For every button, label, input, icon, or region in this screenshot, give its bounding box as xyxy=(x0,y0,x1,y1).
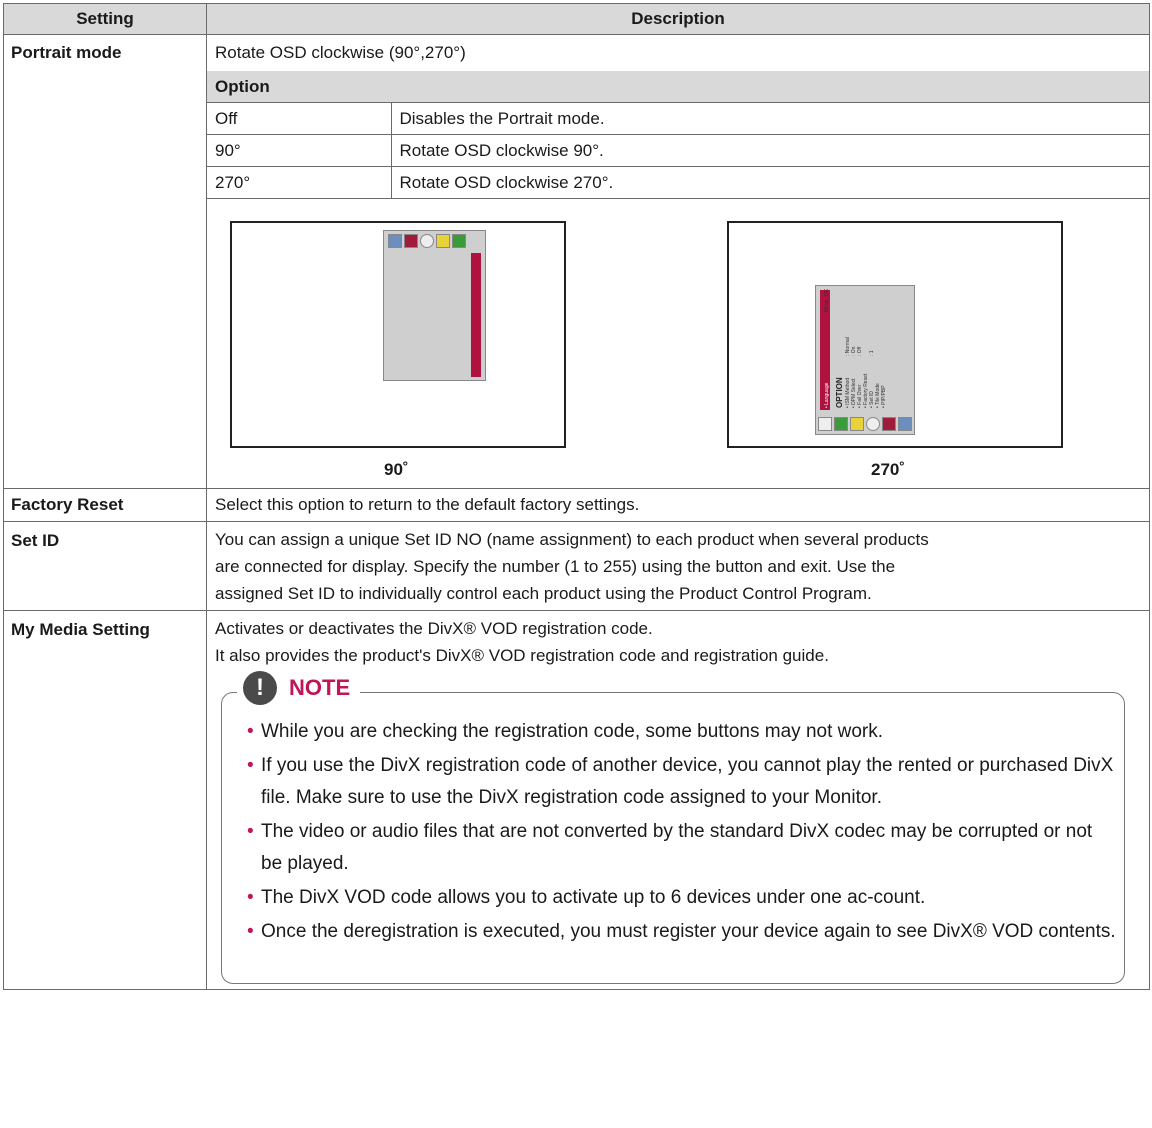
factory-reset-desc: Select this option to return to the defa… xyxy=(215,495,640,514)
osd-menu-270: OPTION • Language • ISM Method • DPM Sel… xyxy=(815,285,915,435)
osd-text-270: OPTION • Language • ISM Method • DPM Sel… xyxy=(824,288,887,408)
tv-frame-270: OPTION • Language • ISM Method • DPM Sel… xyxy=(727,221,1063,448)
osd-title: OPTION xyxy=(835,377,844,408)
row-portrait-mode: Portrait mode Rotate OSD clockwise (90°,… xyxy=(3,34,1150,489)
caption-90: 90˚ xyxy=(384,460,409,479)
header-description: Description xyxy=(206,3,1150,35)
portrait-description-cell: Rotate OSD clockwise (90°,270°) Option O… xyxy=(206,34,1150,489)
set-id-line: assigned Set ID to individually control … xyxy=(215,584,872,603)
row-my-media: My Media Setting Activates or deactivate… xyxy=(3,610,1150,990)
note-item: The video or audio files that are not co… xyxy=(247,816,1117,880)
table-header-row: Setting Description xyxy=(3,3,1150,35)
my-media-cell: Activates or deactivates the DivX® VOD r… xyxy=(206,610,1150,990)
option-name: Off xyxy=(207,102,392,135)
factory-reset-cell: Select this option to return to the defa… xyxy=(206,488,1150,522)
header-setting: Setting xyxy=(3,3,207,35)
portrait-desc: Rotate OSD clockwise (90°,270°) xyxy=(215,43,466,62)
my-media-line: Activates or deactivates the DivX® VOD r… xyxy=(215,619,653,638)
tv-frame-90: OPTION • ISM Method • DPM Select • Fail … xyxy=(230,221,566,448)
option-name: 270° xyxy=(207,166,392,199)
osd-item: • Language xyxy=(824,382,830,408)
osd-value: : 1 xyxy=(869,350,875,356)
my-media-desc: Activates or deactivates the DivX® VOD r… xyxy=(207,611,1149,669)
settings-table: Setting Description Portrait mode Rotate… xyxy=(3,3,1150,990)
note-item: While you are checking the registration … xyxy=(247,716,1117,748)
osd-value: : Off xyxy=(857,346,863,356)
options-header: Option xyxy=(207,71,1149,103)
osd-footer: OK xyxy=(824,288,830,296)
portrait-illustrations: OPTION • ISM Method • DPM Select • Fail … xyxy=(207,199,1149,488)
note-header: ! NOTE xyxy=(237,671,361,705)
option-row: 270° Rotate OSD clockwise 270°. xyxy=(207,166,1149,199)
set-id-desc: You can assign a unique Set ID NO (name … xyxy=(207,522,1149,610)
option-row: 90° Rotate OSD clockwise 90°. xyxy=(207,134,1149,167)
note-item: If you use the DivX registration code of… xyxy=(247,750,1117,814)
options-header-row: Option xyxy=(207,71,1149,103)
setting-portrait-mode: Portrait mode xyxy=(3,34,207,489)
set-id-cell: You can assign a unique Set ID NO (name … xyxy=(206,521,1150,611)
row-factory-reset: Factory Reset Select this option to retu… xyxy=(3,488,1150,522)
setting-my-media: My Media Setting xyxy=(3,610,207,990)
osd-text-90: OPTION • ISM Method • DPM Select • Fail … xyxy=(384,231,485,380)
set-id-line: You can assign a unique Set ID NO (name … xyxy=(215,530,929,549)
setting-set-id: Set ID xyxy=(3,521,207,611)
option-row: Off Disables the Portrait mode. xyxy=(207,102,1149,135)
set-id-line: are connected for display. Specify the n… xyxy=(215,557,896,576)
setting-factory-reset: Factory Reset xyxy=(3,488,207,522)
note-title: NOTE xyxy=(289,675,351,700)
row-set-id: Set ID You can assign a unique Set ID NO… xyxy=(3,521,1150,611)
note-item: The DivX VOD code allows you to activate… xyxy=(247,882,1117,914)
my-media-line: It also provides the product's DivX® VOD… xyxy=(215,646,829,665)
portrait-options-table: Option Off Disables the Portrait mode. 9… xyxy=(207,71,1149,199)
settings-page: Setting Description Portrait mode Rotate… xyxy=(3,3,1150,990)
option-name: 90° xyxy=(207,134,392,167)
note-section: ! NOTE While you are checking the regist… xyxy=(207,669,1149,989)
caption-270: 270˚ xyxy=(871,460,906,479)
option-desc: Rotate OSD clockwise 270°. xyxy=(390,166,1149,199)
option-desc: Rotate OSD clockwise 90°. xyxy=(390,134,1149,167)
note-item: Once the deregistration is executed, you… xyxy=(247,916,1117,948)
note-list: While you are checking the registration … xyxy=(247,716,1117,950)
option-desc: Disables the Portrait mode. xyxy=(390,102,1149,135)
osd-menu-90: OPTION • ISM Method • DPM Select • Fail … xyxy=(383,230,486,381)
exclamation-icon: ! xyxy=(243,671,277,705)
osd-footer: Move xyxy=(824,300,830,312)
osd-item: • PIP/PBP xyxy=(881,385,887,408)
